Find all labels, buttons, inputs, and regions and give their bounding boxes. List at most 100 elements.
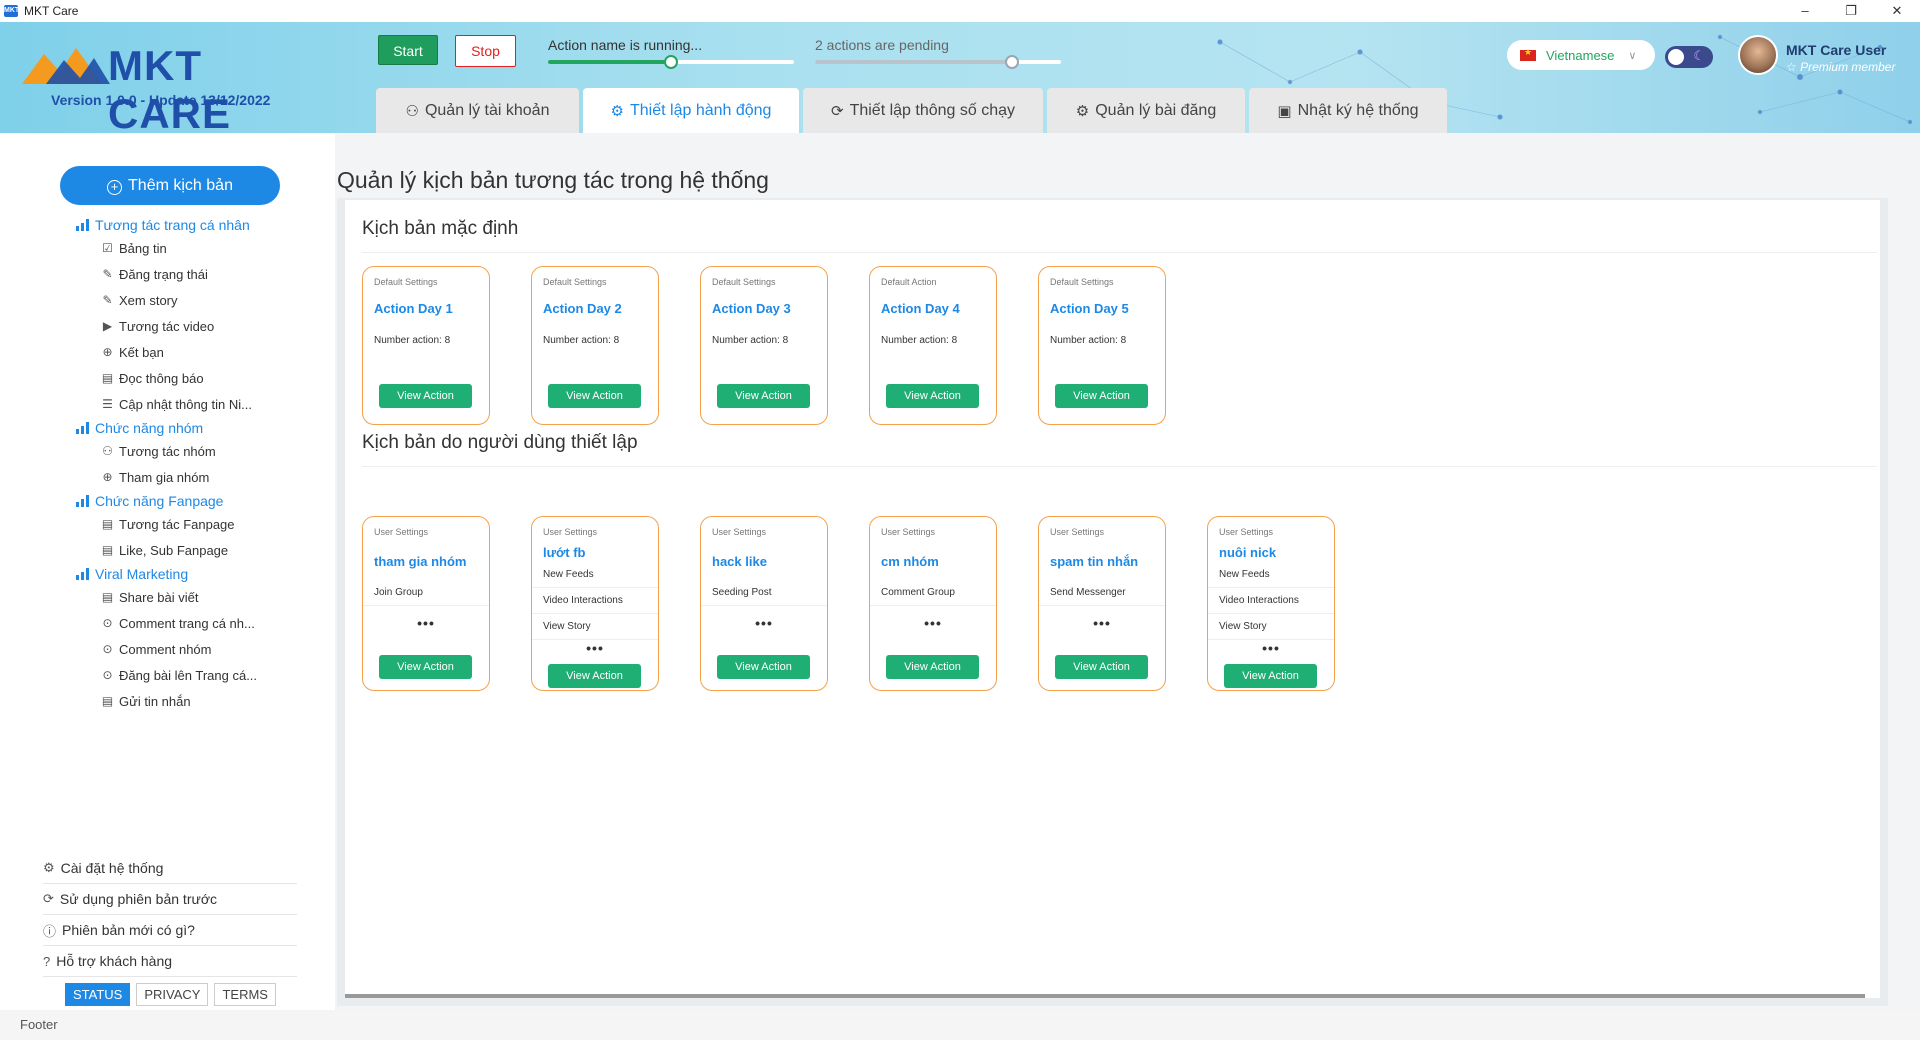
gear-icon: ⚙ <box>610 102 624 120</box>
view-action-button[interactable]: View Action <box>886 384 979 408</box>
running-progress-knob[interactable] <box>664 55 678 69</box>
terms-button[interactable]: TERMS <box>214 983 276 1006</box>
feature-divider <box>701 605 827 606</box>
privacy-button[interactable]: PRIVACY <box>136 983 209 1006</box>
view-action-button[interactable]: View Action <box>886 655 979 679</box>
sidebar-bottom-link[interactable]: ? Hỗ trợ khách hàng <box>43 946 297 977</box>
card-tag: User Settings <box>374 527 429 537</box>
script-card[interactable]: Default Settings Action Day 1 Number actio… <box>362 266 490 425</box>
sidebar-item[interactable]: ▤ Share bài viết <box>76 584 326 610</box>
script-card[interactable]: User Settings cm nhóm Comment Group ••• View… <box>869 516 997 691</box>
sidebar-item[interactable]: ⊙ Comment nhóm <box>76 636 326 662</box>
maximize-icon[interactable]: ❐ <box>1828 0 1874 22</box>
sidebar-group-label: Chức năng Fanpage <box>95 492 224 509</box>
pending-progress-bar <box>815 55 1061 69</box>
minimize-icon[interactable]: – <box>1782 0 1828 22</box>
sidebar-bottom-link[interactable]: ⟳ Sử dụng phiên bản trước <box>43 884 297 915</box>
menu-item-icon: ⊕ <box>102 469 113 484</box>
gear-icon: ⚙ <box>1075 102 1090 120</box>
menu-item-icon: ⊙ <box>102 615 113 630</box>
sidebar-item[interactable]: ⊙ Comment trang cá nh... <box>76 610 326 636</box>
sidebar-item[interactable]: ⊕ Kết bạn <box>76 339 326 365</box>
sidebar-item[interactable]: ▶ Tương tác video <box>76 313 326 339</box>
view-action-button[interactable]: View Action <box>717 655 810 679</box>
view-action-button[interactable]: View Action <box>379 384 472 408</box>
sidebar-item[interactable]: ⚇ Tương tác nhóm <box>76 438 326 464</box>
chevron-down-icon: ∨ <box>1628 49 1637 62</box>
sidebar-group[interactable]: Viral Marketing <box>76 563 326 584</box>
sidebar-item[interactable]: ▤ Gửi tin nhắn <box>76 688 326 714</box>
view-action-button[interactable]: View Action <box>1224 664 1317 688</box>
more-icon: ••• <box>417 615 435 631</box>
link-icon: ⓘ <box>43 923 57 939</box>
sidebar-item[interactable]: ⊕ Tham gia nhóm <box>76 464 326 490</box>
card-feature: View Story <box>543 621 591 632</box>
dark-mode-toggle[interactable]: ☾ <box>1665 46 1713 68</box>
script-card[interactable]: User Settings nuôi nick New Feeds Video Int… <box>1207 516 1335 691</box>
view-action-button[interactable]: View Action <box>1055 384 1148 408</box>
link-label: Phiên bản mới có gì? <box>62 922 195 938</box>
more-icon: ••• <box>1093 615 1111 631</box>
sidebar-item[interactable]: ▤ Đọc thông báo <box>76 365 326 391</box>
view-action-button[interactable]: View Action <box>548 384 641 408</box>
tab-thiet-lap-hanh-dong[interactable]: ⚙ Thiết lập hành động <box>583 88 799 133</box>
sidebar-item[interactable]: ✎ Đăng trạng thái <box>76 261 326 287</box>
link-label: Hỗ trợ khách hàng <box>56 953 173 969</box>
sidebar-group[interactable]: Tương tác trang cá nhân <box>76 214 326 235</box>
sidebar-bottom-link[interactable]: ⓘ Phiên bản mới có gì? <box>43 915 297 946</box>
script-card[interactable]: User Settings tham gia nhóm Join Group ••• V… <box>362 516 490 691</box>
add-script-button[interactable]: + Thêm kịch bản <box>60 166 280 205</box>
language-value: Vietnamese <box>1546 47 1615 63</box>
pending-progress-knob[interactable] <box>1004 55 1019 69</box>
sidebar-item-label: Tương tác nhóm <box>119 443 216 459</box>
sidebar-item-label: Like, Sub Fanpage <box>119 542 229 558</box>
card-name: tham gia nhóm <box>374 554 467 569</box>
view-action-button[interactable]: View Action <box>1055 655 1148 679</box>
view-action-button[interactable]: View Action <box>717 384 810 408</box>
sidebar-item[interactable]: ▤ Tương tác Fanpage <box>76 511 326 537</box>
close-icon[interactable]: ✕ <box>1874 0 1920 22</box>
tab-nhat-ky-he-thong[interactable]: ▣ Nhật ký hệ thống <box>1249 88 1447 133</box>
sidebar-item[interactable]: ☑ Bảng tin <box>76 235 326 261</box>
view-action-button[interactable]: View Action <box>548 664 641 688</box>
avatar[interactable] <box>1738 35 1778 75</box>
card-name: Action Day 2 <box>543 301 622 316</box>
bar-chart-icon <box>76 218 89 231</box>
brand-logo: MKT CARE <box>22 40 332 133</box>
language-select[interactable]: Vietnamese ∨ <box>1507 40 1655 70</box>
tab-quan-ly-tai-khoan[interactable]: ⚇ Quản lý tài khoản <box>376 88 579 133</box>
script-card[interactable]: User Settings hack like Seeding Post ••• Vie… <box>700 516 828 691</box>
script-card[interactable]: User Settings lướt fb New Feeds Video Inter… <box>531 516 659 691</box>
tab-quan-ly-bai-dang[interactable]: ⚙ Quản lý bài đăng <box>1047 88 1245 133</box>
menu-item-icon: ⊙ <box>102 667 113 682</box>
tab-thiet-lap-thong-so-chay[interactable]: ⟳ Thiết lập thông số chạy <box>803 88 1043 133</box>
scripts-panel: Kịch bản mặc định Default Settings Action… <box>337 198 1888 1006</box>
sidebar-group[interactable]: Chức năng Fanpage <box>76 490 326 511</box>
card-feature: Video Interactions <box>1219 595 1299 606</box>
card-info: Number action: 8 <box>881 335 958 346</box>
card-tag: Default Settings <box>1050 277 1114 287</box>
script-card[interactable]: Default Action Action Day 4 Number action:… <box>869 266 997 425</box>
bar-chart-icon <box>76 494 89 507</box>
users-icon: ⚇ <box>405 102 419 120</box>
script-card[interactable]: User Settings spam tin nhắn Send Messenger… <box>1038 516 1166 691</box>
start-button[interactable]: Start <box>378 35 438 65</box>
sidebar-item[interactable]: ☰ Cập nhật thông tin Ni... <box>76 391 326 417</box>
stop-button[interactable]: Stop <box>455 35 516 67</box>
sidebar-bottom-link[interactable]: ⚙ Cài đặt hệ thống <box>43 853 297 884</box>
status-button[interactable]: STATUS <box>65 983 131 1006</box>
running-progress-bar <box>548 55 794 69</box>
link-icon: ⟳ <box>43 891 54 906</box>
sidebar-group[interactable]: Chức năng nhóm <box>76 417 326 438</box>
view-action-button[interactable]: View Action <box>379 655 472 679</box>
menu-item-icon: ☰ <box>102 396 113 411</box>
horizontal-scrollbar[interactable] <box>345 994 1865 998</box>
sidebar-item[interactable]: ▤ Like, Sub Fanpage <box>76 537 326 563</box>
sidebar-item-label: Kết bạn <box>119 344 164 360</box>
logo-icon <box>22 48 110 84</box>
script-card[interactable]: Default Settings Action Day 2 Number actio… <box>531 266 659 425</box>
sidebar-item[interactable]: ⊙ Đăng bài lên Trang cá... <box>76 662 326 688</box>
script-card[interactable]: Default Settings Action Day 5 Number actio… <box>1038 266 1166 425</box>
script-card[interactable]: Default Settings Action Day 3 Number actio… <box>700 266 828 425</box>
sidebar-item[interactable]: ✎ Xem story <box>76 287 326 313</box>
